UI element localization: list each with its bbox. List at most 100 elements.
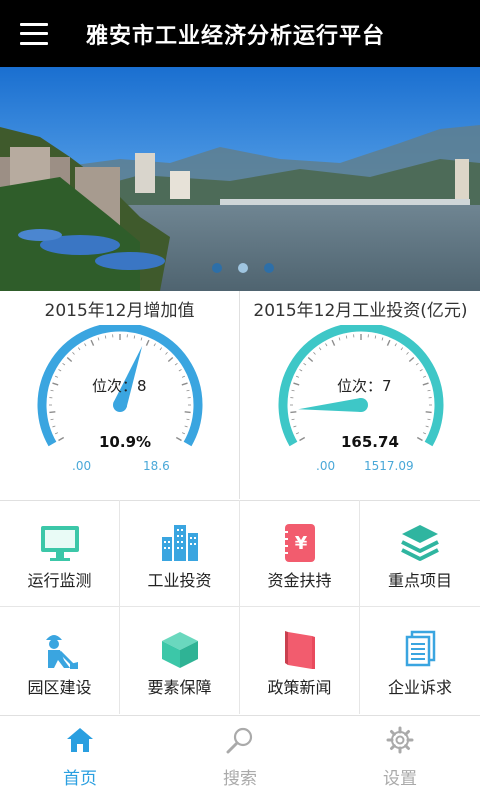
gauge-added-value[interactable]: 2015年12月增加值 位次：8 10.9% .00 18.6 <box>0 291 240 499</box>
gauge-tick <box>91 340 93 345</box>
gauge-tick <box>134 336 135 339</box>
title-bar: 雅安市工业经济分析运行平台 <box>0 0 480 67</box>
gauge-value: 10.9% <box>99 433 151 451</box>
gauge-tick <box>304 363 306 365</box>
gauge-tick <box>375 336 376 339</box>
carousel-indicator[interactable] <box>0 263 480 277</box>
gauge-tick <box>59 370 62 372</box>
menu-enterprise-appeals[interactable]: 企业诉求 <box>360 607 480 714</box>
gauge-tick <box>293 426 296 427</box>
gauge-tick <box>409 357 413 361</box>
gauge-tick <box>175 363 177 365</box>
gauge-tick <box>52 426 55 427</box>
gauge-rank: 位次：8 <box>92 375 147 396</box>
gauge-tick <box>185 412 191 413</box>
gauge-tick <box>146 340 148 345</box>
gauge-tick <box>300 438 305 441</box>
menu-label: 运行监测 <box>0 567 119 591</box>
gauge-needle <box>298 398 361 412</box>
gauge-tick <box>326 344 328 347</box>
tab-label: 搜索 <box>160 764 320 789</box>
gauge-tick <box>395 344 397 347</box>
gauge-needle-hub <box>113 398 127 412</box>
gauge-title: 2015年12月工业投资(亿元) <box>241 296 480 321</box>
gauge-tick <box>63 363 65 365</box>
gauge-tick <box>78 348 80 350</box>
construction-worker-icon <box>40 630 80 670</box>
gauge-tick <box>182 433 185 434</box>
menu-key-projects[interactable]: 重点项目 <box>360 500 480 607</box>
gauge-tick <box>292 390 295 391</box>
feature-menu-grid: 运行监测 工业投资 ¥ 资金扶持 <box>0 500 480 714</box>
gauge-tick <box>401 348 403 350</box>
book-icon <box>280 630 320 670</box>
menu-label: 园区建设 <box>0 674 119 698</box>
tab-label: 首页 <box>0 764 160 789</box>
banner-image <box>0 67 480 291</box>
menu-industrial-investment[interactable]: 工业投资 <box>120 500 240 607</box>
gauge-tick <box>182 376 185 377</box>
gauge-tick <box>423 383 429 385</box>
gauge-tick <box>290 412 296 413</box>
monitor-icon <box>40 523 80 563</box>
tab-search[interactable]: 搜索 <box>160 716 320 801</box>
gauge-tick <box>105 336 106 339</box>
gauge-max: 1517.09 <box>364 459 414 473</box>
gauge-investment[interactable]: 2015年12月工业投资(亿元) 位次：7 165.74 .00 1517.09 <box>241 291 480 499</box>
gauge-tick <box>185 426 188 427</box>
carousel-dot-3[interactable] <box>264 263 274 273</box>
tab-home[interactable]: 首页 <box>0 716 160 801</box>
box-icon <box>160 630 200 670</box>
carousel-dot-2[interactable] <box>238 263 248 273</box>
gauge-needle-hub <box>354 398 368 412</box>
gauge-tick <box>387 340 389 345</box>
tab-settings[interactable]: 设置 <box>320 716 480 801</box>
gauge-dial <box>241 325 480 475</box>
menu-label: 政策新闻 <box>240 674 359 698</box>
menu-factor-guarantee[interactable]: 要素保障 <box>120 607 240 714</box>
gauge-tick <box>308 357 312 361</box>
gauge-tick <box>426 412 432 413</box>
gauge-tick <box>423 433 426 434</box>
gauge-tick <box>55 433 58 434</box>
gauge-dial <box>0 325 239 475</box>
gauge-tick <box>382 337 383 340</box>
menu-park-construction[interactable]: 园区建设 <box>0 607 120 714</box>
gauge-tick <box>154 344 156 347</box>
gauge-tick <box>52 383 58 385</box>
gauge-max: 18.6 <box>143 459 170 473</box>
gauge-tick <box>51 390 54 391</box>
menu-label: 重点项目 <box>360 567 480 591</box>
banner-carousel[interactable] <box>0 67 480 291</box>
gauge-tick <box>407 352 409 354</box>
menu-run-monitor[interactable]: 运行监测 <box>0 500 120 607</box>
gauge-tick <box>428 419 431 420</box>
buildings-icon <box>160 523 200 563</box>
tab-label: 设置 <box>320 764 480 789</box>
gauge-tick <box>176 438 181 441</box>
home-icon <box>66 726 94 754</box>
gauge-tick <box>339 337 340 340</box>
gauge-value: 165.74 <box>341 433 399 451</box>
gauge-tick <box>51 419 54 420</box>
gauge-tick <box>182 383 188 385</box>
yuan-notebook-icon: ¥ <box>280 523 320 563</box>
carousel-dot-1[interactable] <box>212 263 222 273</box>
gauge-tick <box>67 357 71 361</box>
hamburger-menu-icon[interactable] <box>20 23 48 45</box>
gauge-panel: 2015年12月增加值 位次：8 10.9% .00 18.6 2015年12月… <box>0 291 480 501</box>
gauge-tick <box>160 348 162 350</box>
gauge-tick <box>141 337 142 340</box>
menu-fund-support[interactable]: ¥ 资金扶持 <box>240 500 360 607</box>
gauge-tick <box>49 412 55 413</box>
search-icon <box>226 726 254 754</box>
gauge-tick <box>179 370 182 372</box>
gauge-tick <box>59 438 64 441</box>
menu-label: 要素保障 <box>120 674 239 698</box>
menu-policy-news[interactable]: 政策新闻 <box>240 607 360 714</box>
gauge-tick <box>346 336 347 339</box>
app-title: 雅安市工业经济分析运行平台 <box>86 18 385 50</box>
gauge-tick <box>428 390 431 391</box>
gauge-rank: 位次：7 <box>337 375 392 396</box>
gauge-tick <box>423 376 426 377</box>
